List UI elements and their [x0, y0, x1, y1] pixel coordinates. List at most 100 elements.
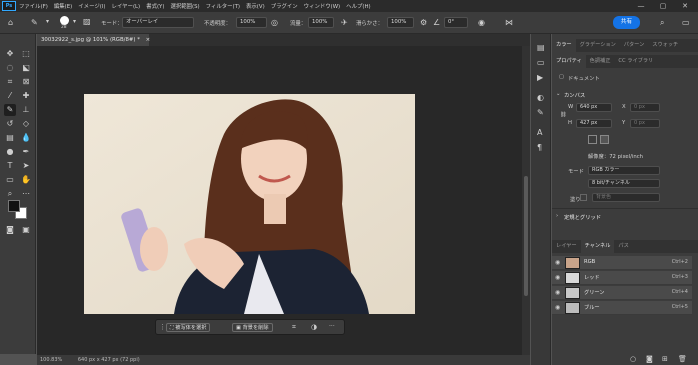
stamp-tool-icon[interactable]: ⊥ [20, 104, 32, 116]
bit-depth-select[interactable]: 8 bit/チャンネル [588, 179, 660, 188]
gradient-tool-icon[interactable]: ▤ [4, 132, 16, 144]
healing-brush-tool-icon[interactable]: ✚ [20, 90, 32, 102]
x-input[interactable]: 0 px [630, 103, 660, 112]
tab-paths[interactable]: パス [614, 240, 632, 253]
scrollbar-thumb[interactable] [524, 176, 528, 296]
path-selection-tool-icon[interactable]: ➤ [20, 160, 32, 172]
close-window-button[interactable]: ✕ [674, 0, 696, 12]
crop-icon[interactable]: ⌗ [292, 323, 296, 332]
menu-layer[interactable]: レイヤー(L) [109, 2, 144, 10]
quick-mask-icon[interactable]: ◙ [4, 224, 16, 236]
brush-settings-icon[interactable]: ▨ [83, 18, 91, 26]
history-panel-icon[interactable]: ▤ [537, 44, 545, 52]
brush-panel-icon[interactable]: ✎ [537, 109, 544, 117]
lasso-tool-icon[interactable]: ◌ [4, 62, 16, 74]
blend-mode-select[interactable]: オーバーレイ [122, 17, 194, 28]
width-input[interactable]: 640 px [576, 103, 612, 112]
load-selection-icon[interactable]: ○ [630, 355, 636, 363]
more-tools-icon[interactable]: ⋯ [20, 188, 32, 200]
document-tab-close[interactable]: × [146, 37, 151, 43]
move-tool-icon[interactable]: ✥ [4, 48, 16, 60]
tab-layers[interactable]: レイヤー [552, 240, 581, 253]
tab-color[interactable]: カラー [552, 39, 576, 52]
chevron-down-icon[interactable]: ▾ [46, 18, 49, 26]
trash-icon[interactable]: 🗑 [678, 355, 687, 363]
brush-preview-dot[interactable] [60, 16, 69, 25]
menu-type[interactable]: 書式(Y) [143, 2, 167, 10]
list-item[interactable]: ◉ グリーン Ctrl+4 [552, 286, 692, 300]
zoom-level[interactable]: 100.83% [40, 357, 62, 363]
more-options-button[interactable]: ··· [329, 323, 335, 330]
symmetry-icon[interactable]: ⋈ [505, 19, 513, 27]
search-icon[interactable]: ⌕ [660, 19, 664, 27]
comments-panel-icon[interactable]: ▭ [537, 59, 545, 67]
drag-handle-icon[interactable]: ⋮ [159, 323, 166, 331]
minimize-button[interactable]: — [630, 0, 652, 12]
history-brush-tool-icon[interactable]: ↺ [4, 118, 16, 130]
landscape-orientation-icon[interactable] [600, 135, 609, 144]
menu-help[interactable]: ヘルプ(H) [343, 2, 373, 10]
tab-gradients[interactable]: グラデーション [576, 39, 620, 52]
eye-icon[interactable]: ◉ [555, 289, 560, 296]
pressure-size-icon[interactable]: ◉ [478, 19, 485, 27]
eye-icon[interactable]: ◉ [555, 274, 560, 281]
canvas-photo[interactable] [84, 94, 415, 314]
paragraph-panel-icon[interactable]: ¶ [537, 144, 542, 152]
smoothing-input[interactable]: 100% [387, 17, 414, 28]
actions-panel-icon[interactable]: ▶ [537, 74, 543, 82]
document-tab[interactable]: 30032922_s.jpg @ 101% (RGB/8#) * × [37, 34, 151, 46]
maximize-button[interactable]: ▢ [652, 0, 674, 12]
tab-patterns[interactable]: パターン [620, 39, 649, 52]
object-selection-tool-icon[interactable]: ⬕ [20, 62, 32, 74]
pressure-opacity-icon[interactable]: ◎ [271, 19, 278, 27]
character-panel-icon[interactable]: A [537, 129, 542, 137]
remove-background-button[interactable]: ▣ 背景を削除 [232, 323, 273, 332]
canvas-section-toggle[interactable]: ⌄ [556, 91, 560, 97]
tab-properties[interactable]: プロパティ [552, 55, 586, 68]
opacity-input[interactable]: 100% [236, 17, 267, 28]
menu-select[interactable]: 選択範囲(S) [167, 2, 202, 10]
list-item[interactable]: ◉ ブルー Ctrl+5 [552, 301, 692, 315]
eye-icon[interactable]: ◉ [555, 259, 560, 266]
eye-icon[interactable]: ◉ [555, 304, 560, 311]
select-subject-button[interactable]: ⛶ 被写体を選択 [166, 323, 211, 332]
frame-tool-icon[interactable]: ⊠ [20, 76, 32, 88]
list-item[interactable]: ◉ レッド Ctrl+3 [552, 271, 692, 285]
tab-cc-libraries[interactable]: CC ライブラリ [614, 55, 657, 68]
y-input[interactable]: 0 px [630, 119, 660, 128]
fill-swatch[interactable] [580, 194, 587, 201]
adjustment-icon[interactable]: ◑ [311, 323, 317, 331]
blur-tool-icon[interactable]: 💧 [20, 132, 32, 144]
airbrush-icon[interactable]: ✈ [341, 19, 348, 27]
save-selection-icon[interactable]: ◙ [646, 355, 653, 363]
screen-mode-icon[interactable]: ▣ [20, 224, 32, 236]
color-mode-select[interactable]: RGB カラー [588, 166, 660, 175]
new-channel-icon[interactable]: ⊞ [662, 355, 668, 363]
home-icon[interactable]: ⌂ [8, 19, 13, 27]
adjustments-panel-icon[interactable]: ◐ [537, 94, 544, 102]
eraser-tool-icon[interactable]: ◇ [20, 118, 32, 130]
type-tool-icon[interactable]: T [4, 160, 16, 172]
menu-view[interactable]: 表示(V) [243, 2, 268, 10]
rulers-section-toggle[interactable]: › [556, 213, 558, 219]
menu-plugins[interactable]: プラグイン [268, 2, 301, 10]
tab-channels[interactable]: チャンネル [580, 240, 615, 253]
flow-input[interactable]: 100% [308, 17, 334, 28]
brush-tool-preset-icon[interactable]: ✎ [31, 19, 38, 27]
portrait-orientation-icon[interactable] [588, 135, 597, 144]
eyedropper-tool-icon[interactable]: ⁄ [4, 90, 16, 102]
pen-tool-icon[interactable]: ✒ [20, 146, 32, 158]
crop-tool-icon[interactable]: ⌗ [4, 76, 16, 88]
vertical-scrollbar[interactable] [522, 46, 530, 355]
menu-image[interactable]: イメージ(I) [75, 2, 108, 10]
height-input[interactable]: 427 px [576, 119, 612, 128]
tab-swatches[interactable]: スウォッチ [648, 39, 682, 52]
link-icon[interactable]: ⛓ [560, 112, 567, 118]
menu-file[interactable]: ファイル(F) [16, 2, 51, 10]
foreground-color-swatch[interactable] [8, 200, 20, 212]
brush-tool-icon[interactable]: ✎ [4, 104, 16, 116]
list-item[interactable]: ◉ RGB Ctrl+2 [552, 256, 692, 270]
tab-adjustments[interactable]: 色調補正 [586, 55, 615, 68]
chevron-down-icon[interactable]: ▾ [73, 18, 76, 26]
menu-filter[interactable]: フィルター(T) [203, 2, 243, 10]
